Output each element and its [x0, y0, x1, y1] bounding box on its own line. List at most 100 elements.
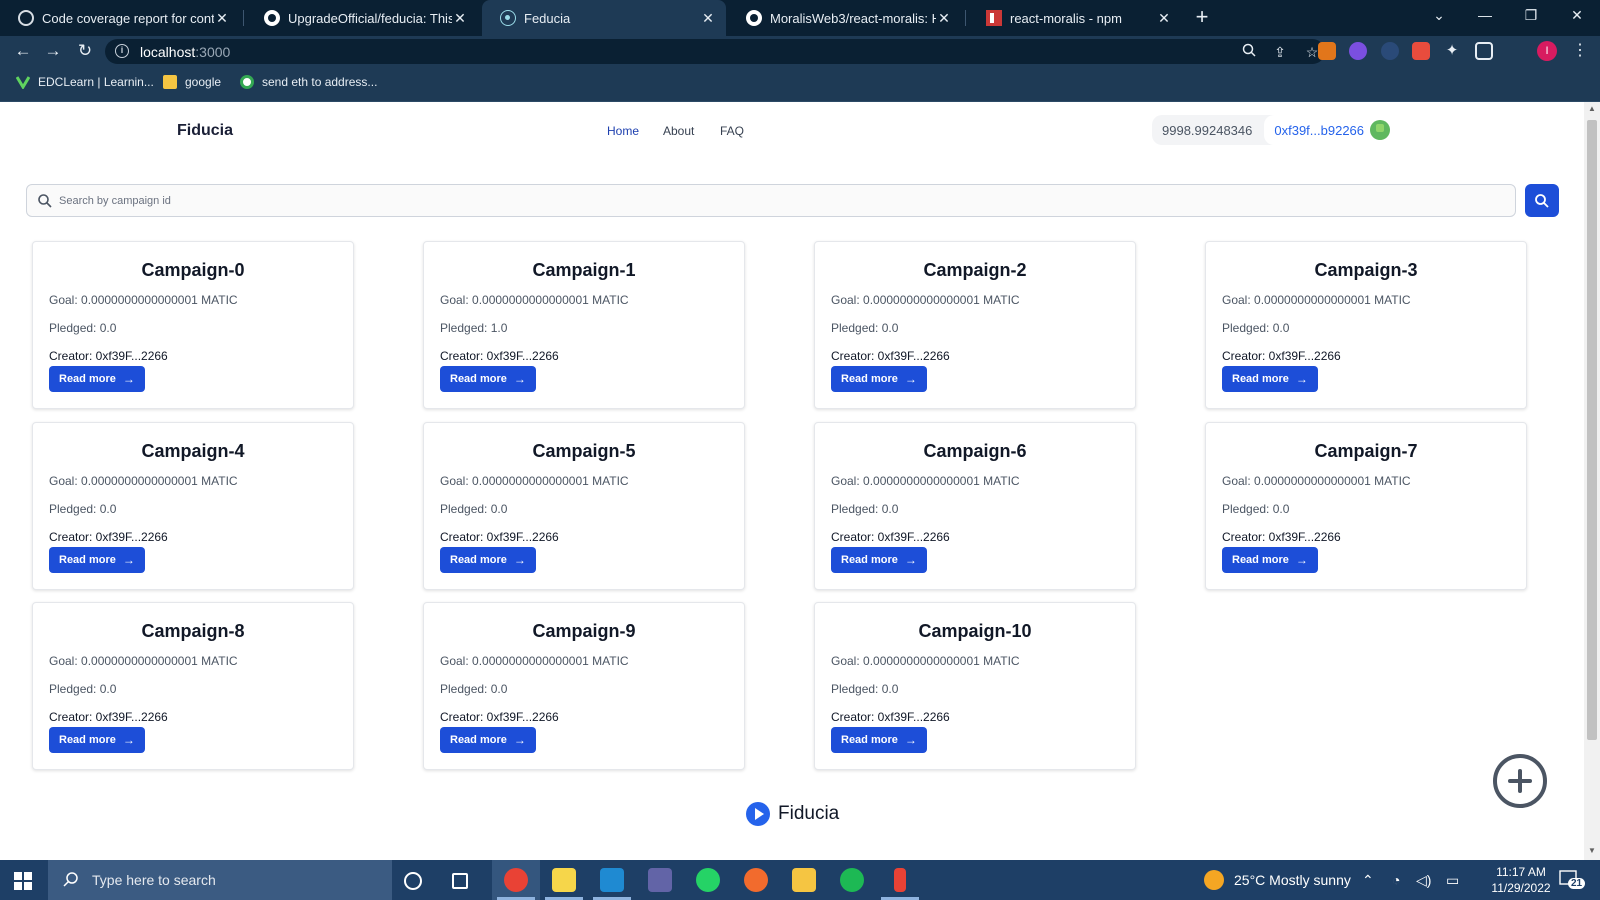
nav-faq[interactable]: FAQ [720, 124, 744, 138]
share-icon[interactable]: ⇪ [1271, 43, 1289, 61]
read-more-button[interactable]: Read more → [49, 547, 145, 573]
campaign-pledged: Pledged: 0.0 [831, 682, 899, 696]
read-more-label: Read more [59, 373, 116, 385]
taskbar-search[interactable]: Type here to search [48, 860, 392, 900]
teams-icon[interactable] [648, 868, 672, 892]
git-tool-icon[interactable] [894, 868, 906, 892]
forward-icon[interactable]: → [42, 40, 64, 62]
campaign-creator: Creator: 0xf39F...2266 [49, 349, 168, 363]
campaign-title: Campaign-5 [532, 441, 636, 461]
read-more-button[interactable]: Read more → [49, 366, 145, 392]
campaign-goal: Goal: 0.0000000000000001 MATIC [831, 474, 1020, 488]
extension-icon[interactable] [1349, 42, 1367, 60]
site-info-icon[interactable]: i [115, 44, 129, 58]
network-icon[interactable]: ◔ [1392, 860, 1400, 900]
read-more-button[interactable]: Read more → [440, 366, 536, 392]
postman-icon[interactable] [744, 868, 768, 892]
web-page: Fiducia Home About FAQ 9998.99248346 0xf… [0, 102, 1584, 860]
arrow-right-icon: → [513, 733, 526, 747]
close-icon[interactable]: ✕ [1156, 10, 1172, 27]
address-text[interactable]: localhost:3000 [140, 44, 230, 60]
task-view-icon[interactable] [452, 873, 468, 889]
campaign-creator: Creator: 0xf39F...2266 [1222, 349, 1341, 363]
minimize-button[interactable]: — [1462, 0, 1508, 30]
close-window-button[interactable]: ✕ [1554, 0, 1600, 30]
browser-tab-active[interactable]: Feducia ✕ [482, 0, 726, 36]
puzzle-icon[interactable]: ✦ [1443, 42, 1461, 60]
bookmarks-bar: EDCLearn | Learnin... google send eth to… [0, 66, 1600, 102]
read-more-button[interactable]: Read more → [831, 547, 927, 573]
bookmark-item[interactable]: google [163, 75, 221, 89]
battery-icon[interactable]: ▭ [1446, 860, 1459, 900]
arrow-right-icon: → [904, 553, 917, 567]
read-more-button[interactable]: Read more → [1222, 547, 1318, 573]
volume-icon[interactable]: ◁) [1416, 860, 1431, 900]
campaign-goal: Goal: 0.0000000000000001 MATIC [440, 474, 629, 488]
campaign-goal: Goal: 0.0000000000000001 MATIC [1222, 474, 1411, 488]
read-more-button[interactable]: Read more → [440, 547, 536, 573]
weather-widget[interactable]: 25°C Mostly sunny [1204, 860, 1351, 900]
new-tab-button[interactable]: + [1190, 6, 1214, 30]
browser-tab-strip: Code coverage report for contrac ✕ Upgra… [0, 0, 1600, 36]
scroll-down-icon[interactable]: ▼ [1588, 846, 1596, 855]
scroll-up-icon[interactable]: ▲ [1588, 104, 1596, 113]
extension-icon[interactable] [1381, 42, 1399, 60]
pycharm-style-app-icon[interactable] [552, 868, 576, 892]
wallet-address-button[interactable]: 0xf39f...b92266 [1264, 115, 1399, 145]
close-icon[interactable]: ✕ [936, 10, 952, 27]
browser-tab[interactable]: UpgradeOfficial/feducia: This is a ✕ [246, 0, 478, 36]
tab-search-chevron-icon[interactable]: ⌄ [1416, 0, 1462, 30]
browser-tab[interactable]: Code coverage report for contrac ✕ [0, 0, 240, 36]
zoom-icon[interactable] [1240, 43, 1258, 61]
notification-center-icon[interactable]: 21 [1558, 868, 1586, 892]
campaign-card: Campaign-5 Goal: 0.0000000000000001 MATIC… [423, 422, 745, 590]
cortana-icon[interactable] [404, 872, 422, 890]
search-input[interactable] [59, 186, 1499, 215]
read-more-button[interactable]: Read more → [1222, 366, 1318, 392]
reload-icon[interactable]: ↻ [74, 40, 96, 62]
restore-button[interactable]: ❐ [1508, 0, 1554, 30]
close-icon[interactable]: ✕ [452, 10, 468, 27]
side-panel-icon[interactable] [1475, 42, 1493, 60]
google-icon [240, 75, 254, 89]
add-campaign-button[interactable] [1493, 754, 1547, 808]
bookmark-item[interactable]: EDCLearn | Learnin... [16, 75, 154, 89]
read-more-button[interactable]: Read more → [831, 727, 927, 753]
file-explorer-icon[interactable] [792, 868, 816, 892]
browser-tab[interactable]: MoralisWeb3/react-moralis: Hoo ✕ [728, 0, 962, 36]
whatsapp-icon[interactable] [696, 868, 720, 892]
bookmark-item[interactable]: send eth to address... [240, 75, 377, 89]
arrow-right-icon: → [904, 372, 917, 386]
edclearn-icon [16, 76, 30, 89]
vscode-icon[interactable] [600, 868, 624, 892]
profile-avatar[interactable]: I [1537, 41, 1557, 61]
extension-icon[interactable] [1412, 42, 1430, 60]
site-brand[interactable]: Fiducia [177, 122, 233, 140]
address-bar[interactable]: i localhost:3000 ⇪ ☆ [105, 39, 1325, 64]
browser-tab[interactable]: react-moralis - npm ✕ [968, 0, 1182, 36]
spotify-icon[interactable] [840, 868, 864, 892]
nav-home[interactable]: Home [607, 124, 639, 138]
nav-about[interactable]: About [663, 124, 694, 138]
arrow-right-icon: → [122, 733, 135, 747]
wallet-widget[interactable]: 9998.99248346 0xf39f...b92266 [1152, 115, 1399, 145]
read-more-button[interactable]: Read more → [831, 366, 927, 392]
windows-start-icon[interactable] [14, 872, 32, 890]
menu-kebab-icon[interactable]: ⋮ [1572, 40, 1588, 60]
metamask-extension-icon[interactable] [1318, 42, 1336, 60]
tray-chevron-icon[interactable]: ⌃ [1362, 860, 1374, 900]
read-more-button[interactable]: Read more → [49, 727, 145, 753]
campaign-card: Campaign-6 Goal: 0.0000000000000001 MATIC… [814, 422, 1136, 590]
taskbar-clock[interactable]: 11:17 AM 11/29/2022 [1486, 864, 1556, 896]
back-icon[interactable]: ← [12, 40, 34, 62]
chrome-icon[interactable] [504, 868, 528, 892]
read-more-button[interactable]: Read more → [440, 727, 536, 753]
scrollbar-thumb[interactable] [1587, 120, 1597, 740]
close-icon[interactable]: ✕ [700, 10, 716, 27]
campaign-title: Campaign-6 [923, 441, 1027, 461]
campaign-pledged: Pledged: 0.0 [49, 682, 117, 696]
clock-date: 11/29/2022 [1491, 881, 1551, 895]
page-scrollbar[interactable]: ▲ ▼ [1584, 102, 1600, 860]
close-icon[interactable]: ✕ [214, 10, 230, 27]
search-button[interactable] [1525, 184, 1559, 217]
